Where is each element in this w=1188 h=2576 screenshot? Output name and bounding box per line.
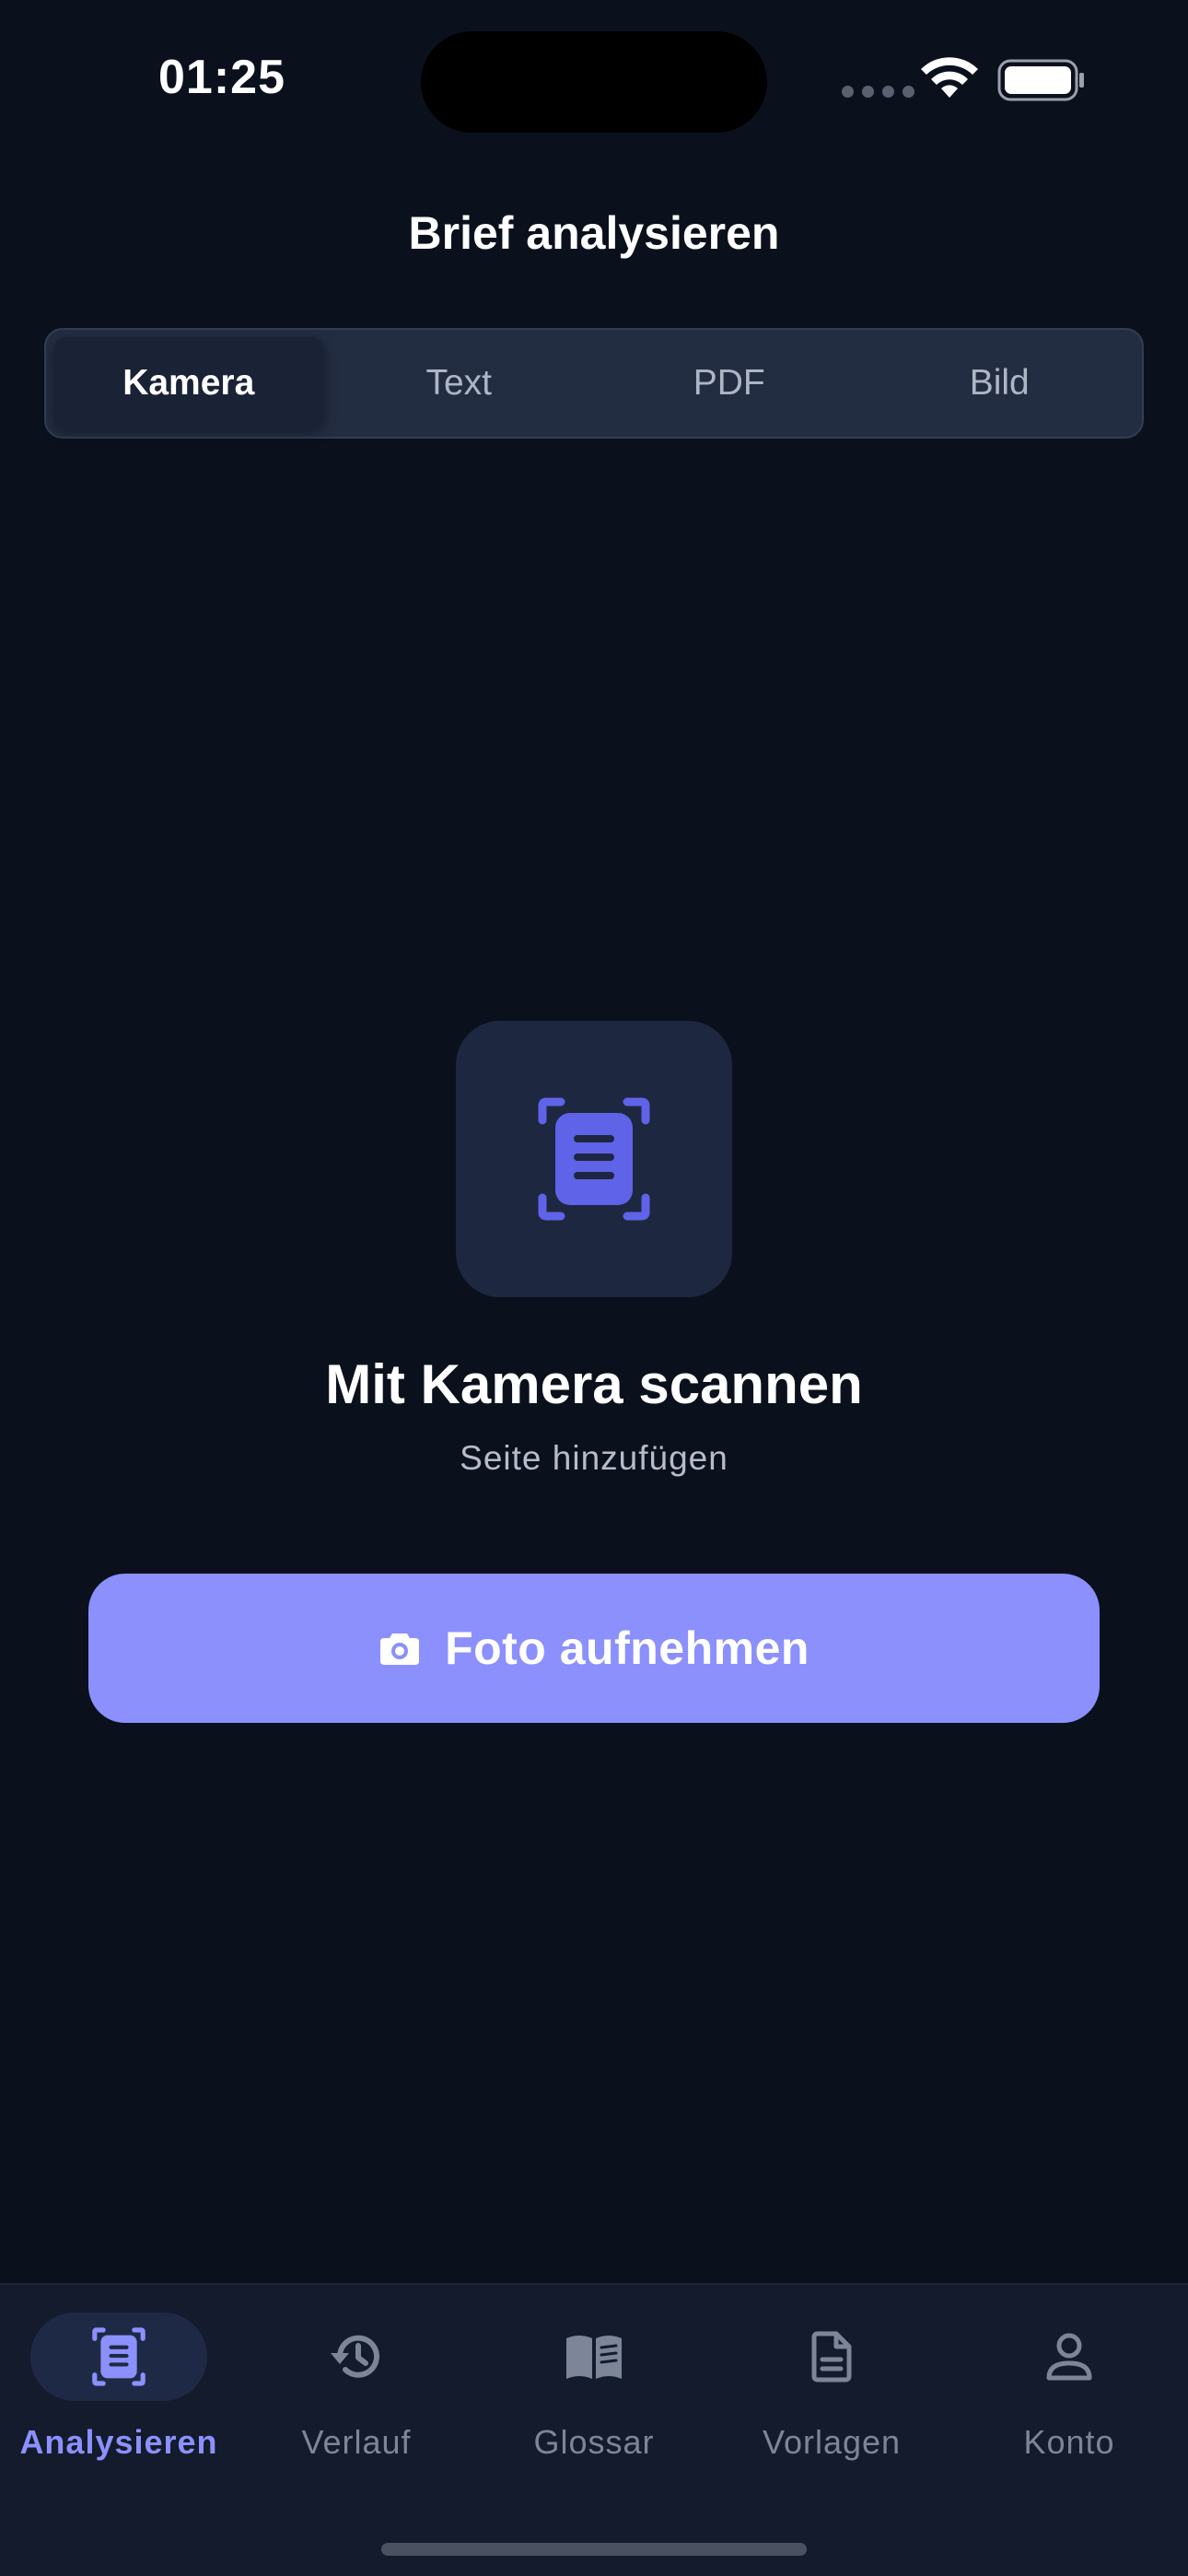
battery-icon — [997, 59, 1084, 101]
tab-label: Glossar — [533, 2423, 655, 2461]
tab-vorlagen[interactable]: Vorlagen — [713, 2313, 950, 2497]
cellular-signal-icon — [842, 86, 914, 98]
take-photo-button-label: Foto aufnehmen — [445, 1622, 809, 1674]
take-photo-button[interactable]: Foto aufnehmen — [88, 1574, 1100, 1723]
document-icon — [811, 2331, 852, 2383]
status-time: 01:25 — [158, 51, 285, 104]
document-scan-icon — [92, 2327, 146, 2386]
tab-label: Vorlagen — [762, 2423, 902, 2461]
tab-icon-highlight — [30, 2313, 207, 2401]
segment-kamera[interactable]: Kamera — [53, 337, 324, 429]
segment-text[interactable]: Text — [324, 337, 595, 429]
tab-label: Verlauf — [301, 2423, 412, 2461]
document-scan-icon — [538, 1097, 650, 1221]
input-mode-segmented-control: Kamera Text PDF Bild — [44, 328, 1144, 439]
home-indicator — [381, 2543, 807, 2556]
camera-icon — [380, 1633, 420, 1665]
segment-bild[interactable]: Bild — [865, 337, 1136, 429]
tab-analysieren[interactable]: Analysieren — [0, 2313, 238, 2497]
tab-konto[interactable]: Konto — [950, 2313, 1188, 2497]
dynamic-island — [421, 31, 767, 133]
scan-illustration-tile — [456, 1021, 732, 1297]
tab-label: Analysieren — [19, 2423, 218, 2461]
tab-glossar[interactable]: Glossar — [475, 2313, 713, 2497]
history-icon — [331, 2335, 379, 2378]
person-icon — [1046, 2333, 1092, 2381]
tab-verlauf[interactable]: Verlauf — [238, 2313, 475, 2497]
book-icon — [566, 2336, 622, 2379]
wifi-icon — [921, 57, 978, 98]
scan-title: Mit Kamera scannen — [325, 1353, 863, 1415]
bottom-tab-bar: Analysieren Verlauf Glossar Vorlagen Kon… — [0, 2283, 1188, 2576]
page-title: Brief analysieren — [408, 207, 780, 259]
segment-pdf[interactable]: PDF — [594, 337, 865, 429]
scan-subtitle: Seite hinzufügen — [460, 1439, 728, 1477]
tab-label: Konto — [1023, 2423, 1115, 2461]
